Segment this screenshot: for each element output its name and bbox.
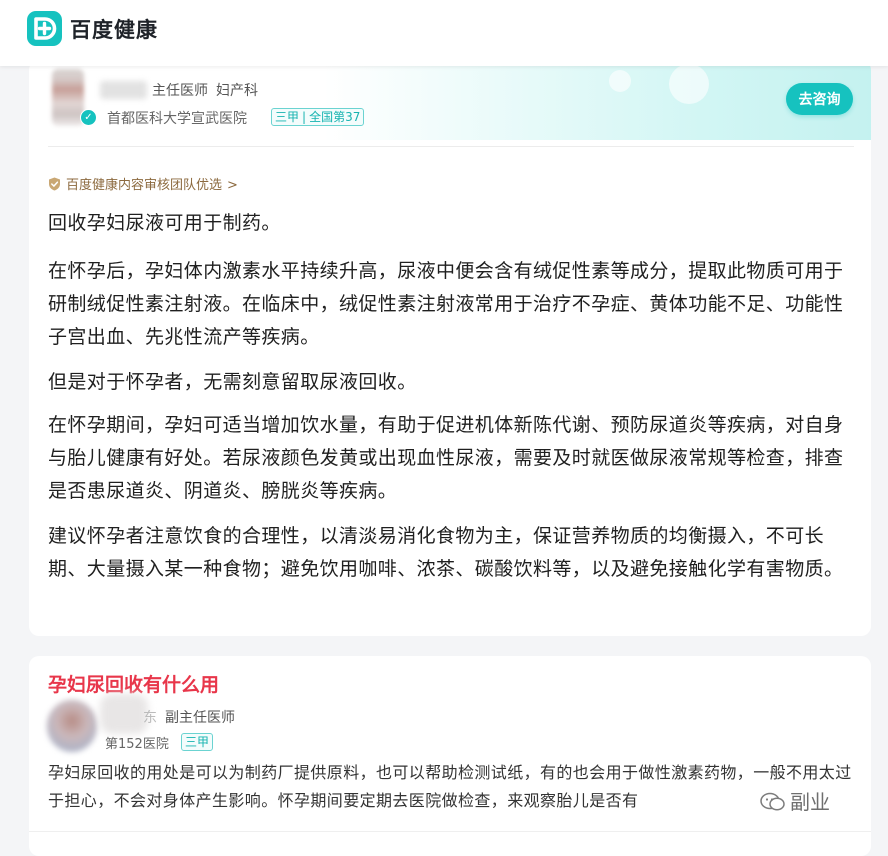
hospital-name[interactable]: 第152医院 bbox=[105, 733, 169, 752]
doctor-avatar[interactable] bbox=[47, 700, 97, 752]
divider bbox=[29, 831, 871, 832]
hospital-grade-tag: 三甲 bbox=[181, 733, 214, 751]
hospital-rank-tag: 三甲 | 全国第37 bbox=[271, 108, 365, 126]
review-badge-link[interactable]: 百度健康内容审核团队优选 > bbox=[48, 174, 238, 193]
brand-name[interactable]: 百度健康 bbox=[70, 14, 158, 44]
doctor-department: 妇产科 bbox=[216, 83, 258, 99]
shield-check-icon bbox=[49, 177, 60, 191]
answer-paragraph: 但是对于怀孕者，无需刻意留取尿液回收。 bbox=[48, 371, 417, 393]
related-question-title[interactable]: 孕妇尿回收有什么用 bbox=[48, 670, 219, 697]
answer-paragraph: 建议怀孕者注意饮食的合理性，以清淡易消化食物为主，保证营养物质的均衡摄入，不可长… bbox=[48, 525, 844, 580]
tag-national-rank: 全国第37 bbox=[309, 110, 361, 124]
chevron-right-icon: > bbox=[227, 178, 238, 193]
decorative-bubble bbox=[669, 64, 709, 104]
doctor-name-blurred bbox=[100, 694, 148, 734]
doctor-title: 副主任医师 bbox=[165, 710, 235, 726]
watermark: 副业 bbox=[760, 786, 830, 815]
wechat-icon bbox=[760, 792, 785, 811]
related-answer-text: 孕妇尿回收的用处是可以为制药厂提供原料，也可以帮助检测试纸，有的也会用于做性激素… bbox=[48, 763, 852, 810]
doctor-name-fragment: 东 bbox=[143, 710, 157, 726]
tag-grade: 三甲 bbox=[275, 110, 300, 124]
review-badge-text: 百度健康内容审核团队优选 bbox=[66, 178, 223, 193]
answer-paragraph: 在怀孕期间，孕妇可适当增加饮水量，有助于促进机体新陈代谢、预防尿道炎等疾病，对自… bbox=[48, 414, 844, 502]
doctor-title-line: 主任医师 妇产科 bbox=[152, 80, 258, 100]
verified-check-icon: ✓ bbox=[80, 109, 97, 126]
watermark-text: 副业 bbox=[790, 790, 830, 814]
doctor-name-blurred bbox=[100, 81, 147, 99]
hospital-name[interactable]: 首都医科大学宣武医院 bbox=[107, 108, 247, 128]
doctor-title-line: 东副主任医师 bbox=[143, 707, 235, 727]
consult-button[interactable]: 去咨询 bbox=[786, 83, 853, 115]
doctor-title: 主任医师 bbox=[152, 83, 208, 99]
decorative-bubble bbox=[609, 70, 631, 92]
baidu-health-logo-icon[interactable] bbox=[27, 11, 62, 46]
answer-paragraph: 在怀孕后，孕妇体内激素水平持续升高，尿液中便会含有绒促性素等成分，提取此物质可用… bbox=[48, 260, 844, 348]
answer-paragraph: 回收孕妇尿液可用于制药。 bbox=[48, 212, 281, 234]
card-header-decoration bbox=[29, 60, 871, 140]
divider bbox=[48, 146, 854, 147]
top-navigation-bar: 百度健康 bbox=[0, 0, 888, 66]
